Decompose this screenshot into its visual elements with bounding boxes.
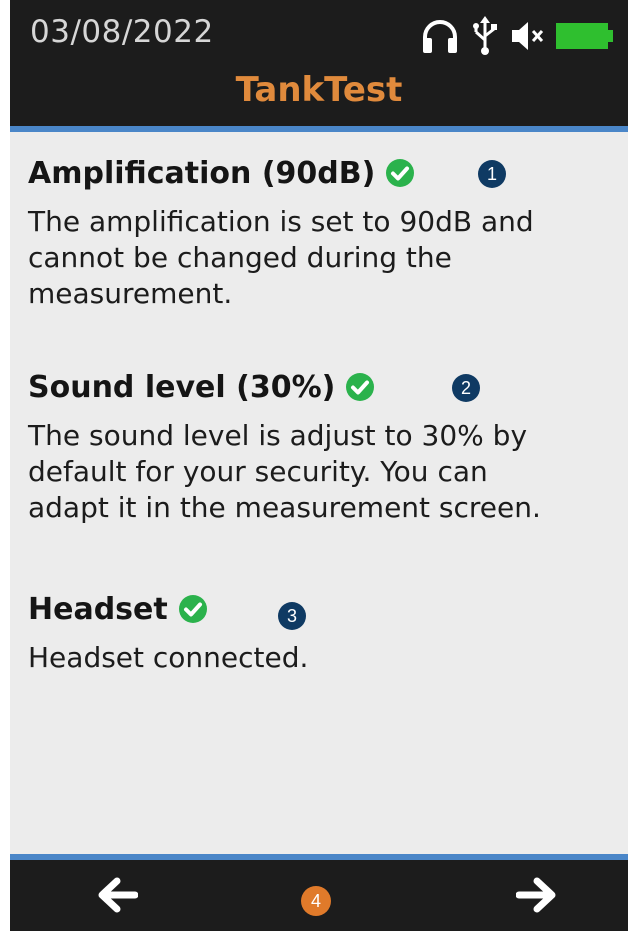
headset-description: Headset connected. (28, 641, 309, 674)
next-button[interactable] (502, 872, 572, 918)
sound-level-description: The sound level is adjust to 30% by defa… (28, 419, 541, 524)
amplification-heading: Amplification (90dB) (28, 150, 624, 196)
check-icon (386, 159, 415, 187)
usb-icon (473, 16, 497, 55)
headset-heading: Headset (28, 586, 624, 632)
headset-section: Headset 3 Headset connected. (28, 586, 624, 676)
sound-level-section: Sound level (30%) 2 The sound level is a… (28, 364, 624, 526)
callout-badge-1: 1 (478, 160, 506, 188)
info-panel: Amplification (90dB) 1 The amplification… (10, 132, 628, 854)
speaker-muted-icon (512, 22, 544, 50)
device-screen: 03/08/2022 TankTest Amplification (90dB)… (10, 0, 628, 931)
back-button[interactable] (82, 872, 152, 918)
amplification-section: Amplification (90dB) 1 The amplification… (28, 150, 624, 312)
sound-level-title: Sound level (30%) (28, 369, 336, 405)
callout-badge-2: 2 (452, 374, 480, 402)
check-icon (346, 373, 375, 401)
headset-title: Headset (28, 591, 168, 627)
arrow-left-icon (98, 877, 138, 913)
status-bar: 03/08/2022 TankTest (10, 0, 628, 126)
arrow-right-icon (516, 877, 556, 913)
headphones-icon (423, 20, 457, 53)
amplification-title: Amplification (90dB) (28, 155, 376, 191)
callout-badge-3: 3 (278, 602, 306, 630)
app-title: TankTest (235, 70, 403, 110)
status-icons (420, 14, 614, 58)
amplification-description: The amplification is set to 90dB and can… (28, 205, 534, 310)
date-label: 03/08/2022 (30, 14, 214, 50)
check-icon (178, 595, 207, 623)
battery-icon (556, 23, 613, 49)
navigation-bar: 4 (10, 860, 628, 931)
callout-badge-4: 4 (301, 886, 331, 916)
sound-level-heading: Sound level (30%) (28, 364, 624, 410)
